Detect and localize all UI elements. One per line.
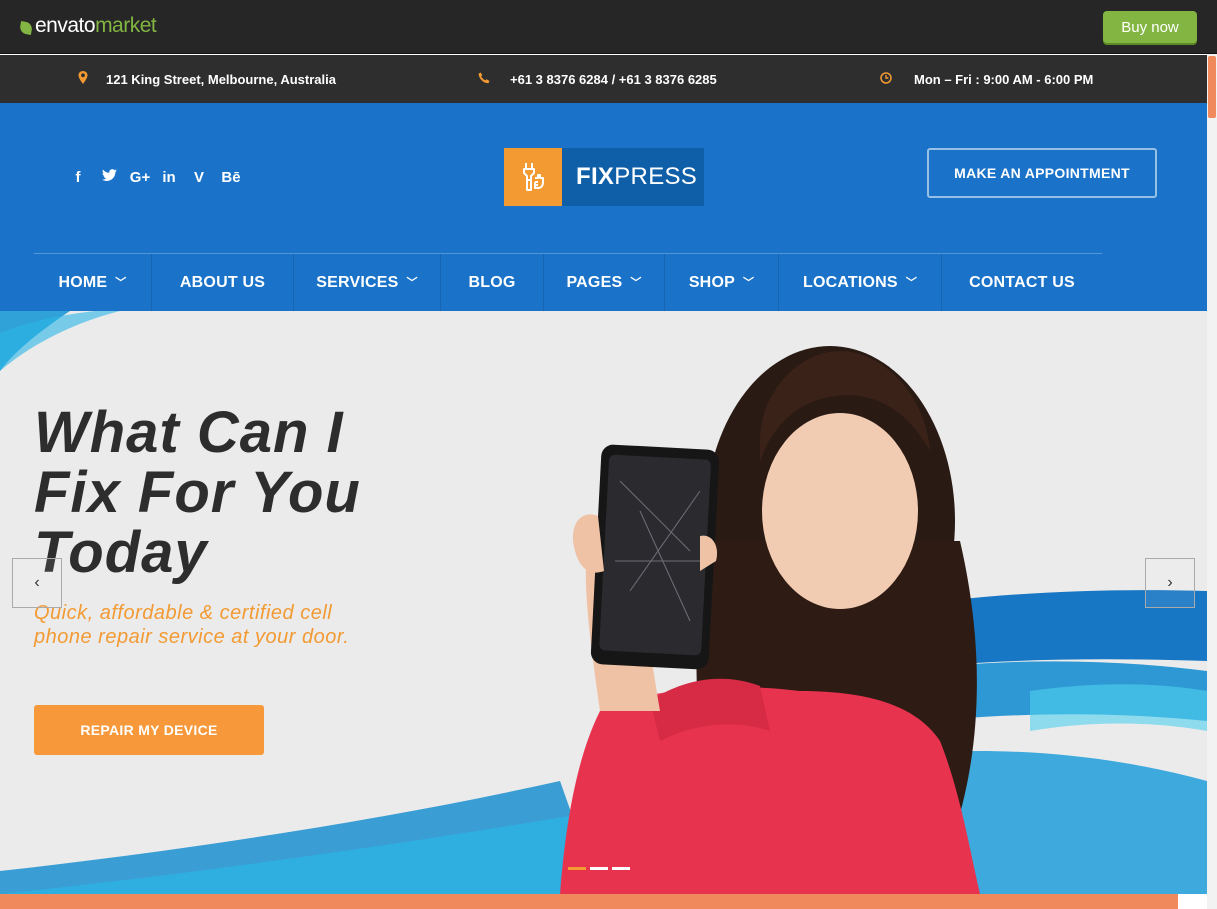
chevron-down-icon: ﹀ xyxy=(630,276,642,289)
hero-slider: What Can I Fix For You Today Quick, affo… xyxy=(0,311,1207,894)
market-logo-word: market xyxy=(95,14,157,37)
hero-title-line: What Can I xyxy=(34,400,344,465)
logo-text-bold: FIX xyxy=(576,163,615,190)
chevron-right-icon: › xyxy=(1167,574,1173,591)
buy-now-button[interactable]: Buy now xyxy=(1103,11,1197,43)
section-divider-strip xyxy=(0,894,1178,909)
nav-label: SHOP xyxy=(688,273,735,291)
envato-market-logo[interactable]: envato market xyxy=(19,14,157,38)
nav-label: ABOUT US xyxy=(179,273,266,291)
address-text: 121 King Street, Melbourne, Australia xyxy=(106,71,336,87)
hero-title-line: Fix For You xyxy=(34,460,361,525)
facebook-icon[interactable]: f xyxy=(72,169,84,186)
make-appointment-button[interactable]: MAKE AN APPOINTMENT xyxy=(927,148,1157,198)
nav-item-locations[interactable]: LOCATIONS ﹀ xyxy=(779,254,942,311)
phone-icon xyxy=(478,72,510,87)
hero-title: What Can I Fix For You Today xyxy=(34,403,494,583)
clock-icon xyxy=(880,71,914,87)
phone-info: +61 3 8376 6284 / +61 3 8376 6285 xyxy=(478,55,717,103)
map-marker-icon xyxy=(78,71,106,87)
site-header: f G+ in V Bē FIX PRESS MAKE AN APPOINTMEN… xyxy=(0,103,1207,311)
nav-item-home[interactable]: HOME ﹀ xyxy=(34,254,152,311)
nav-label: LOCATIONS xyxy=(802,273,898,291)
address-info: 121 King Street, Melbourne, Australia xyxy=(78,55,336,103)
nav-item-blog[interactable]: BLOG xyxy=(441,254,544,311)
nav-label: CONTACT US xyxy=(969,273,1075,291)
slider-next-button[interactable]: › xyxy=(1145,558,1195,608)
envato-leaf-icon xyxy=(19,20,33,35)
scrollbar-thumb[interactable] xyxy=(1208,56,1216,118)
slider-dot-1[interactable] xyxy=(568,867,586,870)
nav-label: HOME xyxy=(58,273,108,291)
chevron-left-icon: ‹ xyxy=(34,574,40,591)
slider-dot-2[interactable] xyxy=(590,867,608,870)
logo-text-light: PRESS xyxy=(614,163,698,190)
repair-my-device-button[interactable]: REPAIR MY DEVICE xyxy=(34,705,264,755)
chevron-down-icon: ﹀ xyxy=(905,276,918,289)
nav-label: BLOG xyxy=(468,273,516,291)
envato-top-bar: envato market Buy now xyxy=(0,0,1217,54)
nav-item-pages[interactable]: PAGES ﹀ xyxy=(544,254,665,311)
logo-wordmark: FIX PRESS xyxy=(562,148,704,206)
nav-item-contact-us[interactable]: CONTACT US xyxy=(942,254,1102,311)
hero-subtitle-line: Quick, affordable & certified cell xyxy=(34,602,333,624)
slider-prev-button[interactable]: ‹ xyxy=(12,558,62,608)
social-links: f G+ in V Bē xyxy=(72,169,242,186)
behance-icon[interactable]: Bē xyxy=(220,169,242,186)
main-navigation: HOME ﹀ ABOUT US SERVICES ﹀ BLOG PAGES ﹀ SHO… xyxy=(34,253,1102,311)
vimeo-icon[interactable]: V xyxy=(190,169,208,186)
nav-label: SERVICES xyxy=(316,273,399,291)
google-plus-icon[interactable]: G+ xyxy=(128,169,152,186)
hours-text: Mon – Fri : 9:00 AM - 6:00 PM xyxy=(914,71,1094,87)
wrench-hand-icon xyxy=(504,148,562,206)
fixpress-logo[interactable]: FIX PRESS xyxy=(504,148,704,206)
nav-label: PAGES xyxy=(566,273,623,291)
scrollbar-track[interactable] xyxy=(1207,54,1217,909)
slider-dot-3[interactable] xyxy=(612,867,630,870)
chevron-down-icon: ﹀ xyxy=(742,276,755,289)
chevron-down-icon: ﹀ xyxy=(115,276,127,289)
slider-pagination xyxy=(568,867,630,870)
contact-info-bar: 121 King Street, Melbourne, Australia +6… xyxy=(0,55,1207,103)
chevron-down-icon: ﹀ xyxy=(406,276,418,289)
linkedin-icon[interactable]: in xyxy=(160,169,178,186)
twitter-icon[interactable] xyxy=(98,169,120,186)
hero-title-line: Today xyxy=(34,520,208,585)
hours-info: Mon – Fri : 9:00 AM - 6:00 PM xyxy=(880,55,1093,103)
hero-subtitle-line: phone repair service at your door. xyxy=(34,626,350,648)
nav-item-about-us[interactable]: ABOUT US xyxy=(152,254,294,311)
nav-item-shop[interactable]: SHOP ﹀ xyxy=(665,254,779,311)
envato-logo-word: envato xyxy=(35,14,96,37)
hero-subtitle: Quick, affordable & certified cell phone… xyxy=(34,601,414,649)
phone-text: +61 3 8376 6284 / +61 3 8376 6285 xyxy=(510,71,717,87)
nav-item-services[interactable]: SERVICES ﹀ xyxy=(294,254,441,311)
